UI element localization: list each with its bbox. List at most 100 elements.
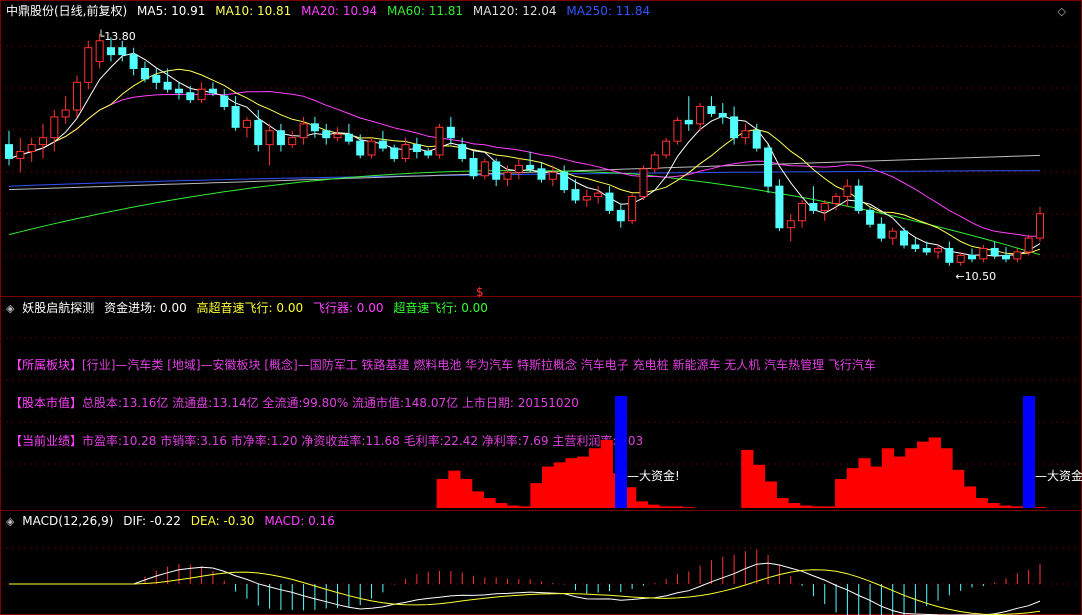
candle-body: [684, 119, 693, 125]
candle-body: [367, 140, 376, 156]
candle-body: [310, 123, 319, 132]
candle-body: [197, 88, 206, 101]
indicator-bar: [448, 470, 461, 508]
candle-body: [276, 130, 285, 146]
candle-body: [1024, 237, 1033, 253]
candle-body: [50, 116, 59, 139]
candle-body: [548, 171, 557, 180]
candle-body: [424, 151, 433, 156]
indicator-bar: [647, 504, 660, 508]
candle-body: [809, 202, 818, 211]
indicator-bar: [764, 481, 777, 508]
signal-label-2: —大资金!: [1035, 469, 1082, 483]
signal-label-1: —大资金!: [627, 469, 680, 483]
candle-body: [911, 244, 920, 249]
candle-body: [1035, 213, 1045, 239]
candle-body: [231, 106, 240, 128]
candle-body: [650, 154, 659, 170]
indicator-bar: [905, 448, 918, 508]
candle-body: [526, 164, 535, 170]
candle-body: [492, 161, 501, 180]
candle-body: [378, 140, 387, 149]
indicator-bar: [940, 448, 953, 508]
candle-body: [594, 192, 603, 198]
candle-body: [854, 185, 863, 211]
candle-body: [514, 164, 523, 173]
candle-body: [673, 119, 682, 142]
candle-body: [866, 209, 875, 225]
indicator-bar: [799, 505, 813, 508]
indicator-bar: [1034, 507, 1047, 508]
signal-bar: [1023, 396, 1035, 508]
indicator-bar: [998, 505, 1012, 508]
candle-body: [480, 161, 489, 177]
candle-body: [458, 144, 467, 159]
candle-body: [503, 171, 512, 180]
candle-body: [560, 171, 569, 191]
candle-body: [435, 126, 444, 156]
candle-body: [129, 54, 138, 69]
indicator-bar: [870, 466, 883, 508]
candle-body: [798, 202, 807, 222]
indicator-bar: [823, 506, 836, 508]
candle-body: [322, 130, 331, 139]
indicator-bar: [506, 505, 520, 508]
candle-body: [934, 247, 943, 253]
indicator-bar: [928, 437, 941, 508]
indicator-bar: [987, 503, 1000, 508]
candle-body: [752, 130, 761, 149]
candle-body: [582, 196, 591, 201]
candle-body: [38, 137, 48, 146]
indicator-bar: [788, 503, 801, 508]
indicator-bar: [975, 498, 988, 508]
indicator-bar: [834, 478, 848, 508]
indicator-bar: [635, 501, 649, 508]
indicator-bar: [893, 456, 906, 508]
signal-bar: [615, 396, 627, 508]
candle-body: [707, 106, 716, 114]
candle-body: [95, 40, 104, 63]
macd-dif-line: [9, 562, 1041, 615]
candle-body: [299, 123, 308, 139]
candle-body: [979, 247, 988, 260]
candle-body: [537, 168, 546, 180]
candle-body: [764, 147, 773, 187]
candle-body: [820, 202, 829, 211]
candle-body: [900, 230, 909, 246]
candle-body: [639, 168, 648, 198]
indicator-bar: [752, 464, 766, 508]
indicator-bar: [553, 462, 567, 508]
candle-body: [718, 112, 727, 118]
indicator-bar: [577, 456, 590, 508]
candle-body: [27, 144, 36, 153]
candle-body: [571, 189, 580, 201]
candle-body: [344, 133, 353, 142]
indicator-bar: [963, 486, 977, 508]
candle-body: [843, 185, 852, 198]
indicator-bar: [436, 478, 449, 508]
candle-body: [242, 119, 251, 128]
indicator-bar: [670, 506, 684, 508]
candle-body: [990, 247, 999, 256]
indicator-bar: [916, 441, 930, 508]
indicator-bar: [811, 506, 824, 508]
high-price-label: └13.80: [98, 29, 136, 43]
candle-body: [1001, 254, 1011, 260]
indicator-bar: [530, 483, 543, 508]
candle-body: [356, 140, 365, 156]
indicator-bar: [846, 468, 859, 508]
candle-body: [832, 196, 841, 204]
candle-body: [265, 130, 274, 146]
candle-body: [208, 88, 217, 94]
candle-body: [968, 254, 977, 260]
candle-body: [616, 209, 625, 222]
candle-body: [628, 196, 637, 222]
candle-body: [16, 151, 25, 159]
candle-body: [254, 119, 263, 146]
candle-body: [786, 220, 795, 229]
candle-body: [662, 140, 671, 156]
indicator-bar: [565, 458, 578, 508]
candle-body: [333, 133, 342, 139]
candle-body: [186, 92, 195, 101]
chart-canvas[interactable]: └13.80 ←10.50 $: [0, 0, 1082, 615]
